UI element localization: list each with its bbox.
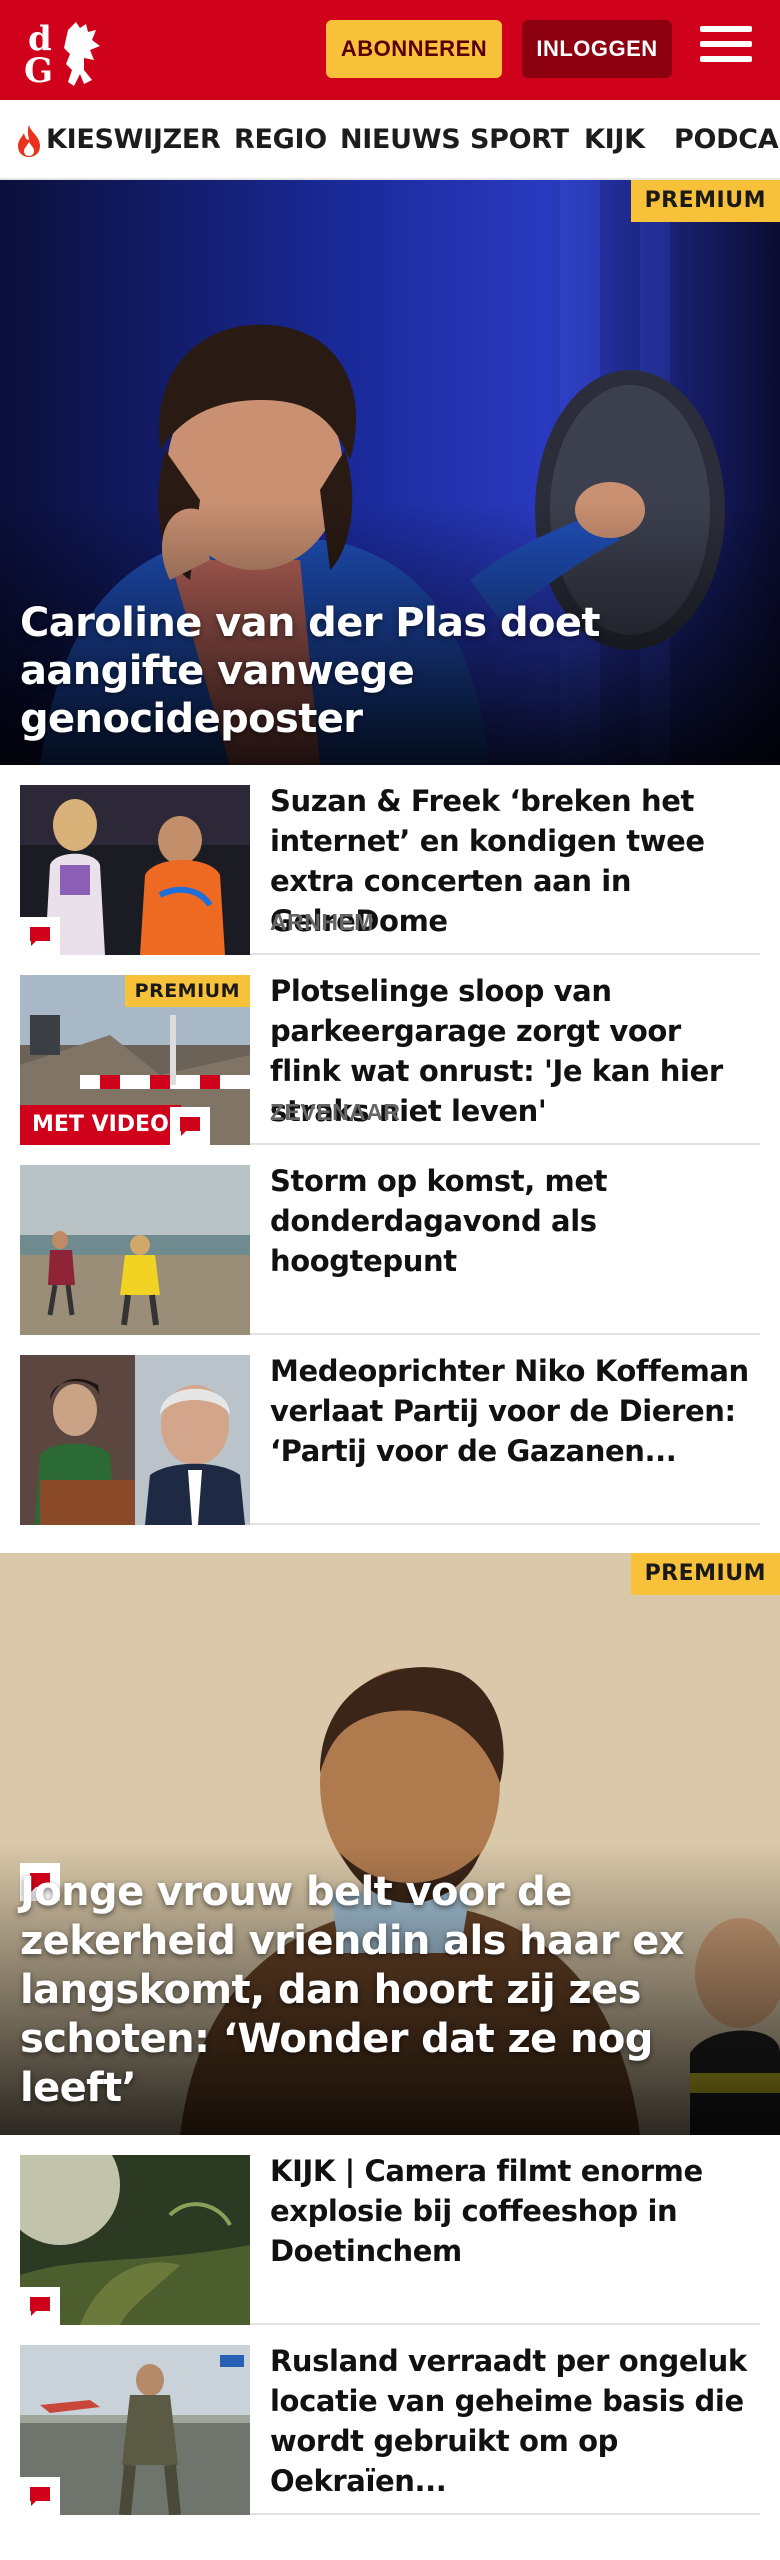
section-nav: KIESWIJZER REGIO NIEUWS SPORT KIJK PODCA… — [0, 100, 780, 180]
article-location: ZEVENAAR — [270, 1099, 401, 1125]
list-item[interactable]: Suzan & Freek ‘breken het internet’ en k… — [20, 765, 760, 955]
nav-item-podcast[interactable]: PODCAST — [674, 118, 780, 162]
premium-badge: PREMIUM — [124, 975, 250, 1007]
nav-item-sport[interactable]: SPORT — [470, 118, 569, 162]
article-title[interactable]: KIJK | Camera filmt enorme explosie bij … — [270, 2151, 760, 2271]
nav-item-nieuws[interactable]: NIEUWS — [340, 118, 461, 162]
article-thumbnail — [20, 1355, 250, 1525]
flame-icon — [18, 124, 40, 157]
article-title[interactable]: Storm op komst, met donderdag­avond als … — [270, 1161, 760, 1281]
article-title[interactable]: Rusland verraadt per ongeluk locatie van… — [270, 2341, 760, 2501]
hero-article[interactable]: PREMIUM Caroline van der Plas doet aangi… — [0, 180, 780, 765]
article-thumbnail — [20, 1165, 250, 1335]
dg-logo[interactable]: d G — [22, 12, 118, 88]
article-thumbnail — [20, 2155, 250, 2325]
featured-article[interactable]: PREMIUM Jonge vrouw belt voor de zekerhe… — [0, 1553, 780, 2135]
nav-item-regio[interactable]: REGIO — [234, 118, 327, 162]
premium-badge: PREMIUM — [630, 180, 780, 222]
article-thumbnail — [20, 2345, 250, 2515]
svg-text:G: G — [24, 51, 53, 88]
nav-item-kijk[interactable]: KIJK — [584, 118, 645, 162]
hero-title[interactable]: Caroline van der Plas doet aangifte vanw… — [20, 599, 760, 743]
top-header: d G ABONNEREN INLOGGEN — [0, 0, 780, 100]
article-thumbnail: PREMIUM MET VIDEO — [20, 975, 250, 1145]
hamburger-menu-icon[interactable] — [700, 26, 752, 72]
video-badge: MET VIDEO — [20, 1105, 181, 1145]
featured-title[interactable]: Jonge vrouw belt voor de zekerheid vrien… — [20, 1868, 760, 2113]
premium-badge: PREMIUM — [630, 1553, 780, 1595]
comment-icon — [20, 2477, 60, 2515]
list-item[interactable]: Rusland verraadt per ongeluk locatie van… — [20, 2325, 760, 2515]
list-item[interactable]: KIJK | Camera filmt enorme explosie bij … — [20, 2135, 760, 2325]
subscribe-button[interactable]: ABONNEREN — [326, 20, 502, 78]
article-thumbnail — [20, 785, 250, 955]
nav-item-kieswijzer[interactable]: KIESWIJZER — [16, 118, 221, 162]
article-title[interactable]: Medeoprichter Niko Koffeman verlaat Part… — [270, 1351, 760, 1471]
list-item[interactable]: PREMIUM MET VIDEO Plotselinge sloop van … — [20, 955, 760, 1145]
article-location: ARNHEM — [270, 909, 374, 935]
login-button[interactable]: INLOGGEN — [522, 20, 672, 78]
comment-icon — [20, 917, 60, 955]
comment-icon — [20, 2287, 60, 2325]
list-item[interactable]: Storm op komst, met donderdag­avond als … — [20, 1145, 760, 1335]
list-item[interactable]: Medeoprichter Niko Koffeman verlaat Part… — [20, 1335, 760, 1525]
comment-icon — [170, 1107, 210, 1145]
